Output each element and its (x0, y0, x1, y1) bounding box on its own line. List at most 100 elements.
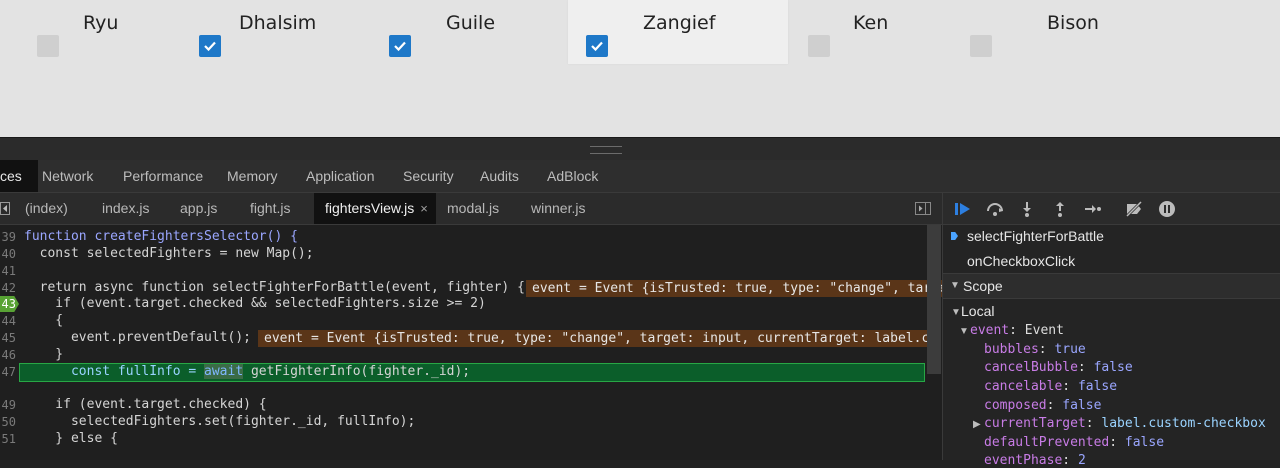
tab-network[interactable]: Network (42, 160, 93, 192)
scope-prop-row[interactable]: currentTarget: label.custom-checkbox (984, 416, 1266, 431)
devtools-tabbar: ces Network Performance Memory Applicati… (0, 160, 1280, 193)
tab-performance[interactable]: Performance (123, 160, 203, 192)
prop-key: bubbles (984, 342, 1039, 357)
prop-key: eventPhase (984, 453, 1063, 468)
file-tab-label: fightersView.js (325, 200, 415, 216)
prop-key: currentTarget (984, 416, 1086, 431)
step-over-icon[interactable] (985, 199, 1005, 219)
pause-on-exceptions-icon[interactable] (1157, 199, 1177, 219)
file-tab-app-js[interactable]: app.js (180, 193, 217, 224)
deactivate-breakpoints-icon[interactable] (1124, 199, 1144, 219)
line-number[interactable]: 42 (0, 281, 16, 295)
scope-prop-row[interactable]: cancelable: false (984, 379, 1117, 394)
drag-handle-icon[interactable] (590, 146, 622, 154)
prop-value: false (1093, 360, 1133, 375)
devtools-resize-splitter[interactable] (0, 137, 1280, 161)
expand-triangle-icon[interactable]: ▼ (951, 307, 961, 318)
line-number[interactable]: 41 (0, 264, 16, 278)
toggle-navigator-icon[interactable] (0, 202, 10, 215)
scope-prop-row[interactable]: defaultPrevented: false (984, 435, 1164, 450)
tab-sources[interactable]: ces (0, 160, 38, 192)
file-tab-winner-js[interactable]: winner.js (531, 193, 585, 224)
line-number[interactable]: 49 (0, 398, 16, 412)
current-frame-icon (951, 232, 958, 240)
tab-memory[interactable]: Memory (227, 160, 278, 192)
file-tab-fight-js[interactable]: fight.js (250, 193, 290, 224)
line-number[interactable]: 51 (0, 432, 16, 446)
tab-audits[interactable]: Audits (480, 160, 519, 192)
code-line: if (event.target.checked && selectedFigh… (24, 296, 486, 311)
prop-key: defaultPrevented (984, 435, 1110, 450)
code-line: if (event.target.checked) { (24, 397, 267, 412)
fighter-name: Zangief (643, 12, 716, 34)
line-number[interactable]: 50 (0, 415, 16, 429)
tab-security[interactable]: Security (403, 160, 454, 192)
editor-file-tabs: (index) index.js app.js fight.js fighter… (0, 193, 942, 225)
fighter-card-zangief[interactable]: Zangief (568, 0, 788, 64)
scope-prop-row[interactable]: bubbles: true (984, 342, 1086, 357)
scope-prop-row[interactable]: cancelBubble: false (984, 360, 1133, 375)
file-tab-index-js[interactable]: index.js (102, 193, 149, 224)
prop-key: cancelable (984, 379, 1063, 394)
code-line: const selectedFighters = new Map(); (24, 246, 314, 261)
fighter-checkbox-bison[interactable] (970, 35, 992, 57)
scope-prop-row[interactable]: eventPhase: 2 (984, 453, 1086, 468)
fighter-checkbox-guile[interactable] (389, 35, 411, 57)
scope-local-label[interactable]: Local (961, 303, 994, 319)
code-segment: const fullInfo = (24, 364, 205, 379)
callstack-frame-oncheckboxclick[interactable]: onCheckboxClick (967, 253, 1075, 269)
fighter-selector-app: Ryu Dhalsim Guile Zangief Ken Bison (0, 0, 1280, 137)
prop-value: false (1077, 379, 1118, 394)
fighter-name: Bison (1047, 12, 1099, 34)
code-line: { (24, 313, 64, 328)
scope-prop-row[interactable]: composed: false (984, 398, 1101, 413)
fighter-checkbox-ken[interactable] (808, 35, 830, 57)
tab-application[interactable]: Application (306, 160, 375, 192)
code-line: } else { (24, 431, 118, 446)
fighter-name: Ken (853, 12, 889, 34)
fighter-card-dhalsim[interactable]: Dhalsim (198, 0, 398, 64)
prop-value: false (1062, 398, 1102, 413)
line-number[interactable]: 46 (0, 348, 16, 362)
step-out-icon[interactable] (1050, 199, 1070, 219)
line-number[interactable]: 47 (0, 365, 16, 379)
file-tab-modal-js[interactable]: modal.js (447, 193, 499, 224)
step-into-icon[interactable] (1017, 199, 1037, 219)
fighter-checkbox-dhalsim[interactable] (199, 35, 221, 57)
callstack-frame-selectfighterforbattle[interactable]: selectFighterForBattle (967, 228, 1104, 244)
tab-adblock[interactable]: AdBlock (547, 160, 598, 192)
prop-key: composed (984, 398, 1047, 413)
line-number[interactable]: 44 (0, 314, 16, 328)
prop-key: cancelBubble (984, 360, 1078, 375)
check-icon (394, 41, 406, 52)
line-number[interactable]: 43 (0, 297, 16, 311)
debugger-toolbar (943, 193, 1280, 225)
file-tab-fightersview-js[interactable]: fightersView.js × (314, 193, 436, 224)
scope-section-header[interactable]: ▼ Scope (943, 273, 1280, 299)
expand-triangle-right-icon[interactable]: ▶ (973, 419, 981, 430)
expand-triangle-icon[interactable]: ▼ (959, 326, 969, 337)
fighter-card-bison[interactable]: Bison (970, 0, 1170, 64)
code-line: } (24, 347, 64, 362)
resume-icon[interactable] (953, 199, 973, 219)
code-line: return async function selectFighterForBa… (24, 280, 525, 295)
scope-event-row[interactable]: event: Event (970, 323, 1064, 338)
prop-value: label.custom-checkbox (1101, 416, 1266, 431)
fighter-checkbox-zangief[interactable] (586, 35, 608, 57)
file-tab-index[interactable]: (index) (25, 193, 68, 224)
line-number[interactable]: 45 (0, 331, 16, 345)
inline-variable-value: event = Event {isTrusted: true, type: "c… (258, 330, 940, 347)
fighter-card-guile[interactable]: Guile (388, 0, 588, 64)
fighter-checkbox-ryu[interactable] (37, 35, 59, 57)
prop-colon: : (1009, 323, 1025, 338)
fighter-name: Dhalsim (239, 12, 317, 34)
line-number[interactable]: 39 (0, 230, 16, 244)
editor-scrollbar[interactable] (927, 225, 941, 374)
code-editor[interactable]: 39 40 41 42 43 44 45 46 47 49 50 51 func… (0, 225, 942, 460)
step-icon[interactable] (1082, 199, 1102, 219)
debugger-sidebar: selectFighterForBattle onCheckboxClick ▼… (942, 193, 1280, 468)
close-icon[interactable]: × (420, 201, 428, 216)
prop-value: false (1124, 435, 1165, 450)
line-number[interactable]: 40 (0, 247, 16, 261)
toggle-debugger-icon[interactable] (915, 202, 931, 215)
